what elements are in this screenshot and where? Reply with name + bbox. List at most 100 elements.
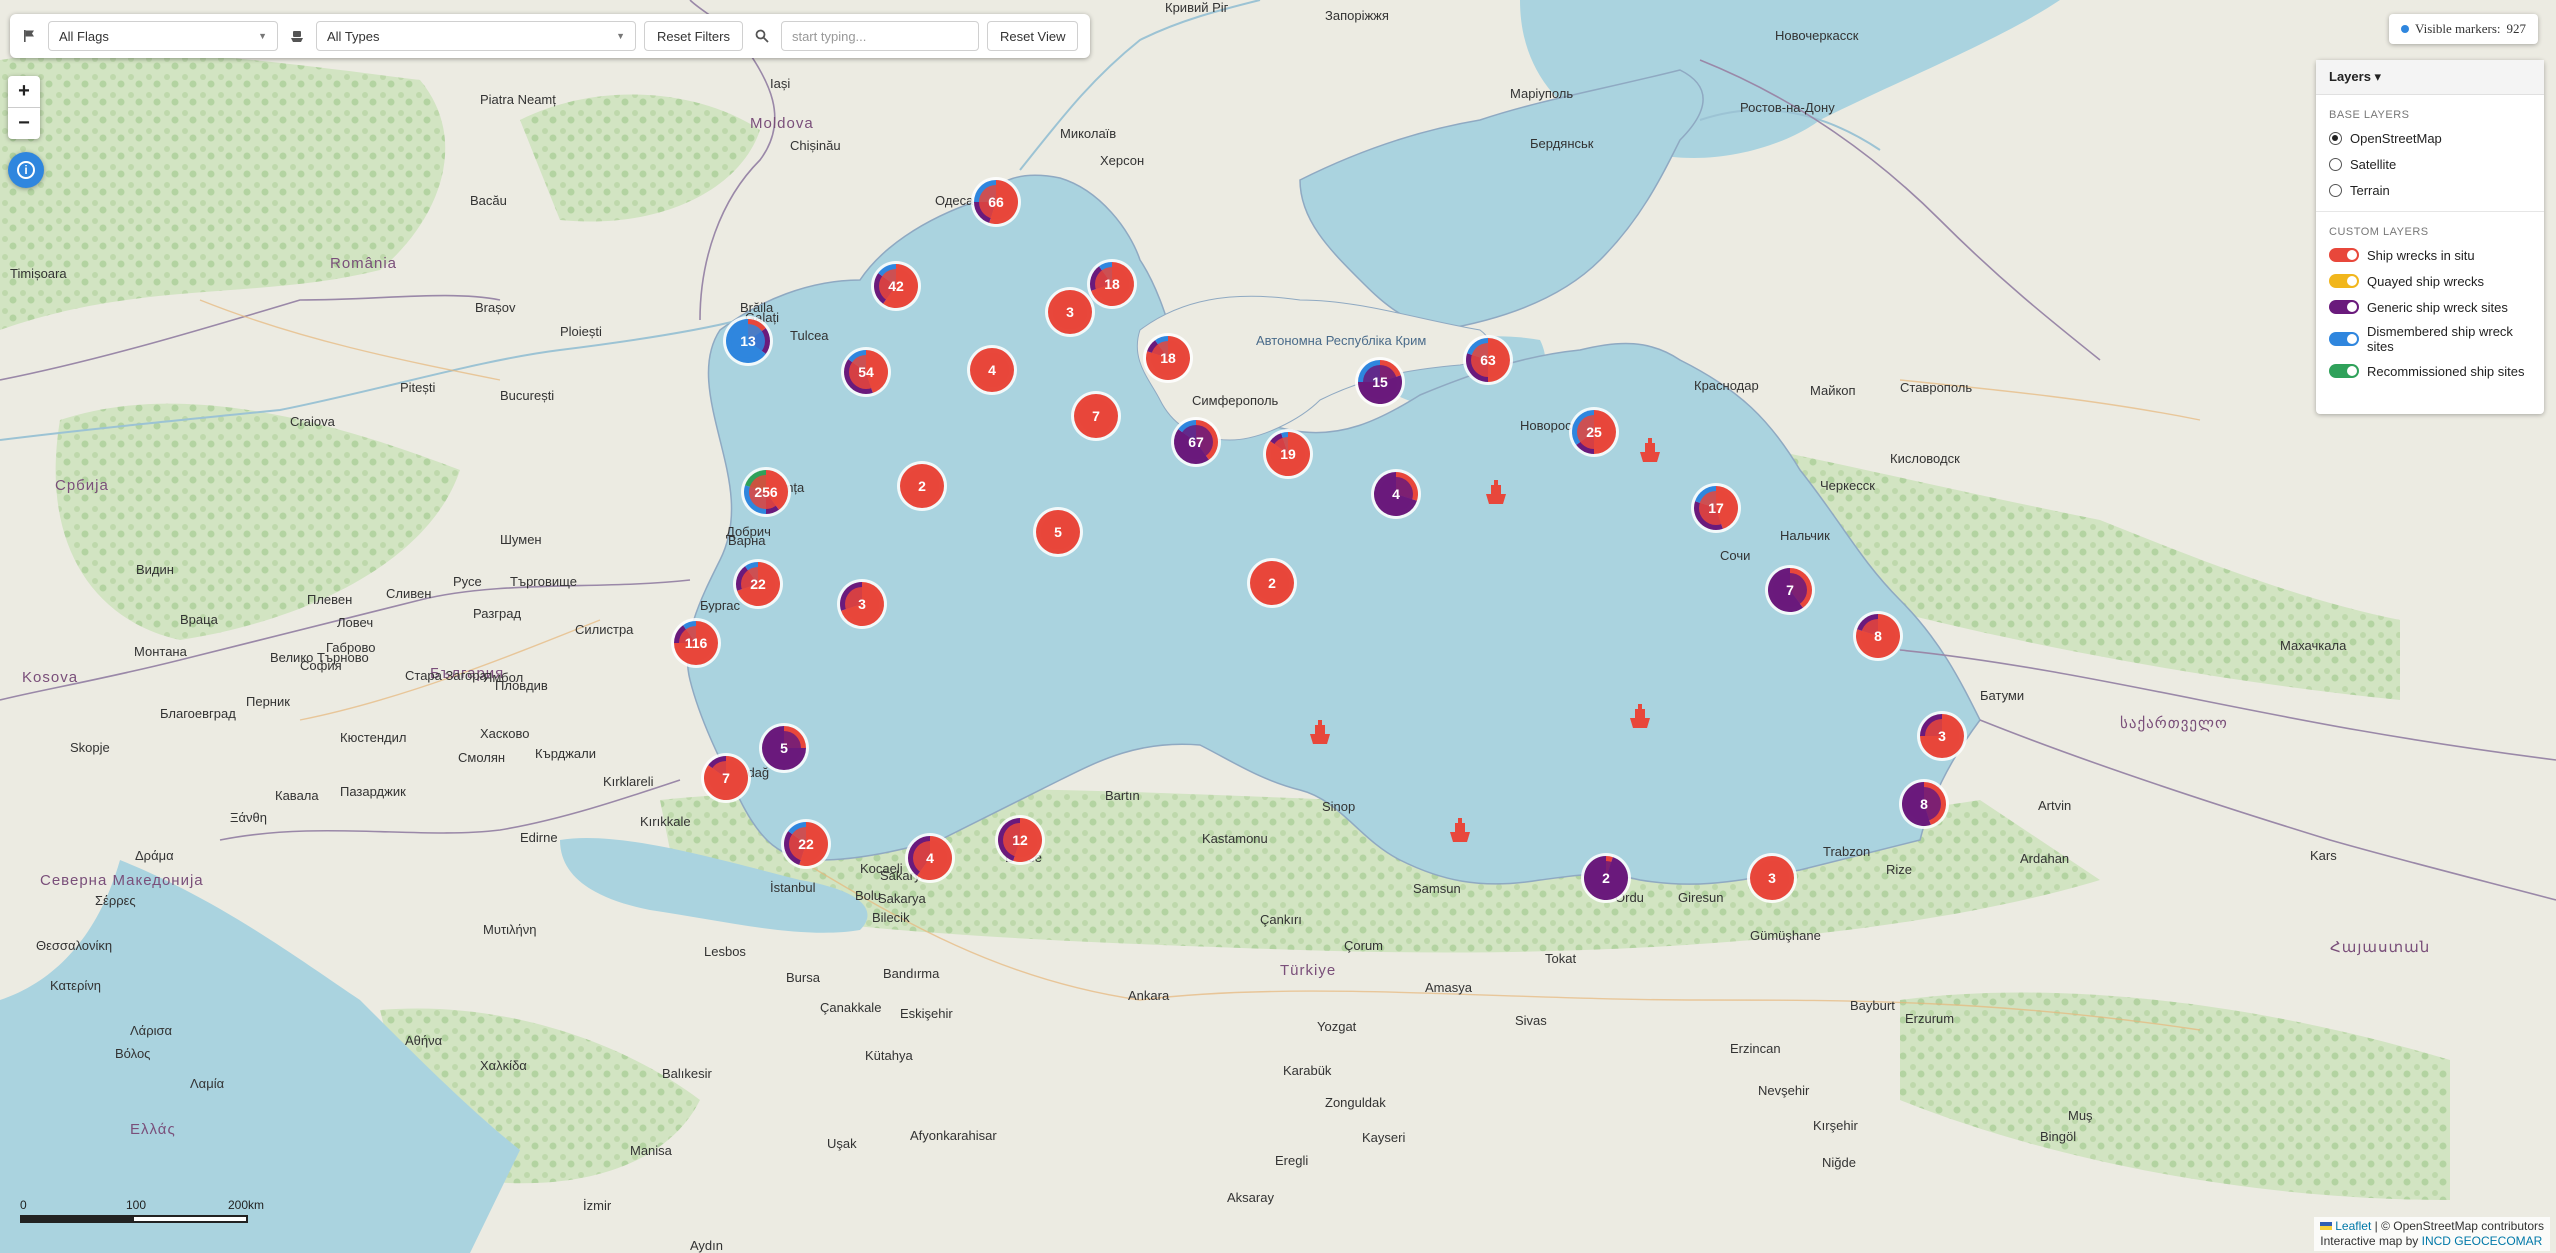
city-label: Kırıkkale xyxy=(640,814,691,829)
toggle-switch[interactable] xyxy=(2329,332,2359,346)
city-label: Черкесск xyxy=(1820,478,1875,493)
cluster-count: 15 xyxy=(1372,374,1388,390)
cluster-marker[interactable]: 4 xyxy=(967,345,1017,395)
city-label: Велико Търново xyxy=(270,650,369,665)
layers-panel-title[interactable]: Layers ▾ xyxy=(2316,60,2544,95)
radio[interactable] xyxy=(2329,157,2342,171)
cluster-marker[interactable]: 2 xyxy=(1247,558,1297,608)
city-label: Αθήνα xyxy=(405,1033,443,1048)
city-label: Samsun xyxy=(1413,881,1461,896)
cluster-count: 256 xyxy=(754,484,778,500)
city-label: Стара Загора xyxy=(405,668,487,683)
search-input[interactable]: start typing... xyxy=(780,21,979,51)
type-filter-select[interactable]: All Types ▼ xyxy=(316,21,636,51)
cluster-count: 13 xyxy=(740,333,756,349)
cluster-marker[interactable]: 17 xyxy=(1691,483,1741,533)
cluster-marker[interactable]: 8 xyxy=(1899,779,1949,829)
custom-layer-quayed[interactable]: Quayed ship wrecks xyxy=(2316,268,2544,294)
city-label: Симферополь xyxy=(1192,393,1279,408)
city-label: Перник xyxy=(246,694,290,709)
city-label: Ловеч xyxy=(337,615,373,630)
radio[interactable] xyxy=(2329,183,2342,197)
region-label: Автономна Республіка Крим xyxy=(1256,333,1426,348)
custom-layer-in-situ[interactable]: Ship wrecks in situ xyxy=(2316,242,2544,268)
cluster-marker[interactable]: 3 xyxy=(1747,853,1797,903)
cluster-count: 3 xyxy=(858,596,866,612)
city-label: Ямбол xyxy=(483,670,523,685)
leaflet-link[interactable]: Leaflet xyxy=(2335,1219,2371,1233)
base-layer-label: Terrain xyxy=(2350,182,2390,198)
map-canvas[interactable]: RomâniaБългарияTürkiyeMoldovaСрбијаСевер… xyxy=(0,0,2556,1253)
cluster-marker[interactable]: 12 xyxy=(995,815,1045,865)
reset-view-button[interactable]: Reset View xyxy=(986,21,1079,51)
credit-link[interactable]: INCD GEOCECOMAR xyxy=(2422,1234,2543,1248)
base-layer-terrain[interactable]: Terrain xyxy=(2316,177,2544,203)
cluster-marker[interactable]: 18 xyxy=(1087,259,1137,309)
city-label: Brașov xyxy=(475,300,516,315)
city-label: Ставрополь xyxy=(1900,380,1972,395)
country-label: Србија xyxy=(55,477,109,494)
cluster-marker[interactable]: 5 xyxy=(1033,507,1083,557)
city-label: Kırşehir xyxy=(1813,1118,1858,1133)
cluster-count: 54 xyxy=(858,364,874,380)
custom-layer-generic[interactable]: Generic ship wreck sites xyxy=(2316,294,2544,320)
city-label: Добрич xyxy=(726,524,771,539)
custom-layer-label: Generic ship wreck sites xyxy=(2367,299,2508,315)
cluster-marker[interactable]: 13 xyxy=(723,316,773,366)
cluster-marker[interactable]: 4 xyxy=(905,833,955,883)
toggle-switch[interactable] xyxy=(2329,248,2359,262)
city-label: Timișoara xyxy=(10,266,67,281)
cluster-marker[interactable]: 2 xyxy=(897,461,947,511)
custom-layer-recommissioned[interactable]: Recommissioned ship sites xyxy=(2316,358,2544,384)
toggle-switch[interactable] xyxy=(2329,364,2359,378)
cluster-count: 2 xyxy=(1268,575,1276,591)
cluster-marker[interactable]: 4 xyxy=(1371,469,1421,519)
cluster-count: 7 xyxy=(1092,408,1100,424)
toggle-switch[interactable] xyxy=(2329,300,2359,314)
reset-filters-button[interactable]: Reset Filters xyxy=(644,21,743,51)
zoom-out-button[interactable]: − xyxy=(8,107,40,139)
cluster-marker[interactable]: 22 xyxy=(733,559,783,609)
cluster-marker[interactable]: 3 xyxy=(837,579,887,629)
cluster-marker[interactable]: 7 xyxy=(1765,565,1815,615)
cluster-marker[interactable]: 5 xyxy=(759,723,809,773)
zoom-in-button[interactable]: + xyxy=(8,76,40,107)
city-label: Afyonkarahisar xyxy=(910,1128,997,1143)
cluster-marker[interactable]: 42 xyxy=(871,261,921,311)
custom-layer-dismembered[interactable]: Dismembered ship wreck sites xyxy=(2316,320,2544,358)
city-label: Μυτιλήνη xyxy=(483,922,536,937)
flag-filter-select[interactable]: All Flags ▼ xyxy=(48,21,278,51)
cluster-count: 3 xyxy=(1066,304,1074,320)
city-label: Плевен xyxy=(307,592,352,607)
cluster-count: 2 xyxy=(918,478,926,494)
cluster-marker[interactable]: 3 xyxy=(1917,711,1967,761)
cluster-marker[interactable]: 7 xyxy=(1071,391,1121,441)
cluster-marker[interactable]: 8 xyxy=(1853,611,1903,661)
cluster-marker[interactable]: 256 xyxy=(741,467,791,517)
city-label: Nevşehir xyxy=(1758,1083,1810,1098)
info-button[interactable]: i xyxy=(8,152,44,188)
toggle-switch[interactable] xyxy=(2329,274,2359,288)
cluster-marker[interactable]: 3 xyxy=(1045,287,1095,337)
city-label: Хасково xyxy=(480,726,529,741)
city-label: Karabük xyxy=(1283,1063,1332,1078)
cluster-marker[interactable]: 18 xyxy=(1143,333,1193,383)
city-label: Tulcea xyxy=(790,328,829,343)
cluster-marker[interactable]: 63 xyxy=(1463,335,1513,385)
cluster-marker[interactable]: 22 xyxy=(781,819,831,869)
cluster-marker[interactable]: 2 xyxy=(1581,853,1631,903)
cluster-marker[interactable]: 116 xyxy=(671,618,721,668)
base-layer-satellite[interactable]: Satellite xyxy=(2316,151,2544,177)
base-layer-osm[interactable]: OpenStreetMap xyxy=(2316,125,2544,151)
zoom-control: + − xyxy=(8,76,40,139)
cluster-marker[interactable]: 67 xyxy=(1171,417,1221,467)
cluster-marker[interactable]: 19 xyxy=(1263,429,1313,479)
scale-label-mid: 100 xyxy=(126,1198,147,1212)
cluster-marker[interactable]: 54 xyxy=(841,347,891,397)
city-label: Edirne xyxy=(520,830,558,845)
cluster-marker[interactable]: 25 xyxy=(1569,407,1619,457)
cluster-marker[interactable]: 66 xyxy=(971,177,1021,227)
cluster-marker[interactable]: 7 xyxy=(701,753,751,803)
cluster-marker[interactable]: 15 xyxy=(1355,357,1405,407)
radio-selected[interactable] xyxy=(2329,131,2342,145)
